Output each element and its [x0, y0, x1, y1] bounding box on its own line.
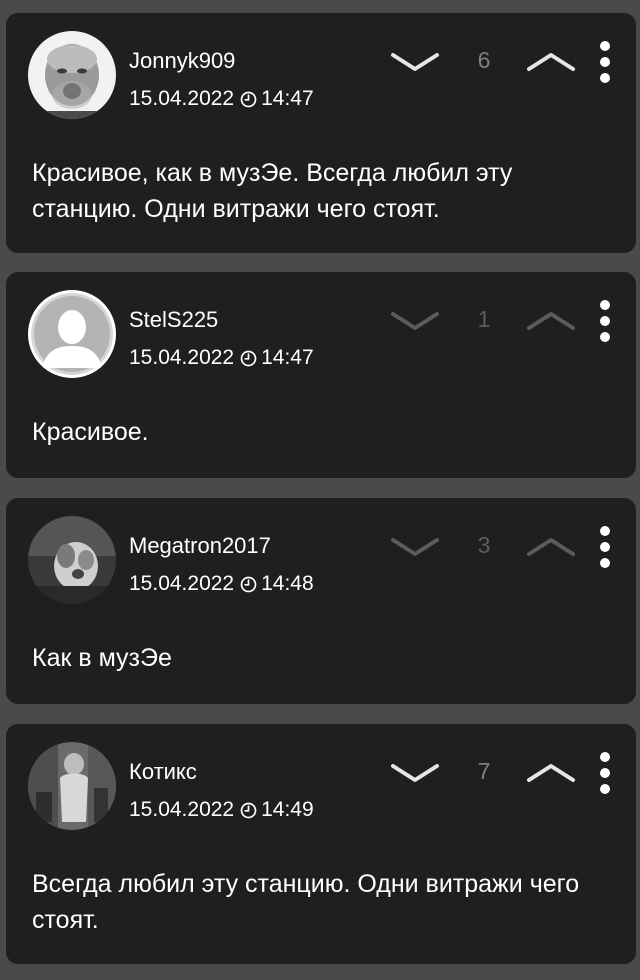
avatar[interactable] — [28, 31, 116, 119]
vote-score: 3 — [477, 532, 491, 558]
dog-photo-icon — [28, 516, 116, 604]
figure-photo-icon — [28, 742, 116, 830]
comment-card: Jonnyk909 15.04.2022 14:47 6 Красивое, к… — [6, 13, 636, 253]
comment-time: 14:47 — [261, 87, 314, 110]
chevron-up-icon — [527, 764, 575, 782]
downvote-button[interactable] — [390, 308, 440, 334]
chevron-down-icon — [391, 53, 439, 71]
default-user-silhouette-icon — [28, 290, 116, 378]
upvote-button[interactable] — [526, 308, 576, 334]
upvote-button[interactable] — [526, 49, 576, 75]
username[interactable]: Jonnyk909 — [129, 48, 235, 74]
comment-time: 14:49 — [261, 798, 314, 821]
comment-time: 14:47 — [261, 346, 314, 369]
downvote-button[interactable] — [390, 49, 440, 75]
avatar[interactable] — [28, 516, 116, 604]
upvote-button[interactable] — [526, 760, 576, 786]
comment-meta: 15.04.2022 14:48 — [129, 571, 314, 597]
chevron-down-icon — [391, 764, 439, 782]
comment-text: Как в музЭе — [32, 644, 172, 672]
vertical-dots-icon — [600, 41, 610, 83]
comment-meta: 15.04.2022 14:47 — [129, 86, 314, 112]
comment-card: Megatron2017 15.04.2022 14:48 3 Как в му… — [6, 498, 636, 704]
more-options-button[interactable] — [594, 752, 616, 794]
more-options-button[interactable] — [594, 526, 616, 568]
comment-card: Котикс 15.04.2022 14:49 7 Всегда любил э… — [6, 724, 636, 964]
avatar[interactable] — [28, 742, 116, 830]
username[interactable]: StelS225 — [129, 307, 218, 333]
vote-score: 7 — [477, 758, 491, 784]
vertical-dots-icon — [600, 752, 610, 794]
username[interactable]: Megatron2017 — [129, 533, 271, 559]
more-options-button[interactable] — [594, 41, 616, 83]
angry-man-photo-icon — [28, 31, 116, 119]
comment-time: 14:48 — [261, 572, 314, 595]
comment-text: Красивое. — [32, 418, 149, 446]
chevron-down-icon — [391, 312, 439, 330]
comment-text: Красивое, как в музЭе. Всегда любил эту … — [32, 159, 513, 223]
comment-meta: 15.04.2022 14:49 — [129, 797, 314, 823]
downvote-button[interactable] — [390, 534, 440, 560]
vote-score: 1 — [477, 306, 491, 332]
comment-card: StelS225 15.04.2022 14:47 1 Красивое. — [6, 272, 636, 478]
clock-icon — [240, 802, 257, 819]
comment-date: 15.04.2022 — [129, 346, 235, 369]
vertical-dots-icon — [600, 300, 610, 342]
vertical-dots-icon — [600, 526, 610, 568]
chevron-up-icon — [527, 538, 575, 556]
comment-date: 15.04.2022 — [129, 87, 235, 110]
comment-date: 15.04.2022 — [129, 572, 235, 595]
username[interactable]: Котикс — [129, 759, 197, 785]
chevron-down-icon — [391, 538, 439, 556]
upvote-button[interactable] — [526, 534, 576, 560]
clock-icon — [240, 350, 257, 367]
downvote-button[interactable] — [390, 760, 440, 786]
chevron-up-icon — [527, 312, 575, 330]
chevron-up-icon — [527, 53, 575, 71]
more-options-button[interactable] — [594, 300, 616, 342]
clock-icon — [240, 91, 257, 108]
comments-feed: Jonnyk909 15.04.2022 14:47 6 Красивое, к… — [0, 0, 640, 980]
vote-score: 6 — [477, 47, 491, 73]
clock-icon — [240, 576, 257, 593]
comment-text: Всегда любил эту станцию. Одни витражи ч… — [32, 870, 580, 934]
comment-date: 15.04.2022 — [129, 798, 235, 821]
comment-meta: 15.04.2022 14:47 — [129, 345, 314, 371]
avatar[interactable] — [28, 290, 116, 378]
